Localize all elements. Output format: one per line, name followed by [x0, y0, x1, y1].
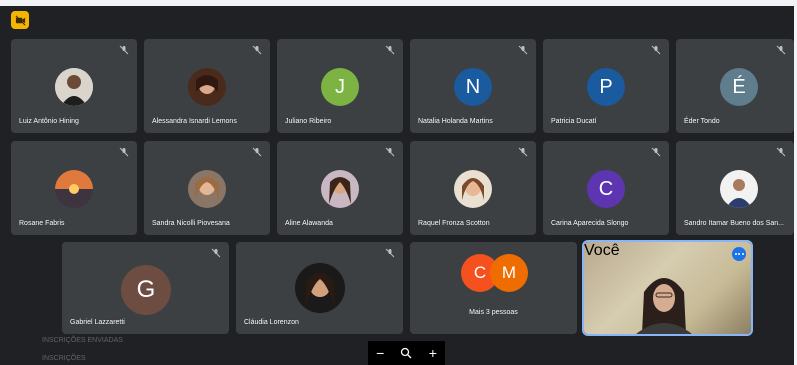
participant-tile[interactable]: J Juliano Ribeiro: [277, 39, 403, 133]
avatar: [188, 170, 226, 208]
participant-name: Cláudia Lorenzon: [244, 319, 299, 326]
participant-tile[interactable]: Alessandra Isnardi Lemons: [144, 39, 270, 133]
self-video: [636, 278, 692, 334]
avatar: [720, 170, 758, 208]
camera-off-icon: [15, 15, 25, 25]
avatar: [321, 170, 359, 208]
more-options-button[interactable]: [732, 247, 746, 261]
participant-name: Carina Aparecida Slongo: [551, 220, 629, 227]
participant-name: Sandro Itamar Bueno dos San...: [684, 220, 785, 227]
participant-name: Alessandra Isnardi Lemons: [152, 118, 237, 125]
more-participants-label: Mais 3 pessoas: [469, 309, 518, 316]
avatar: G: [121, 265, 171, 315]
more-participants-tile[interactable]: Mais 3 pessoas: [410, 242, 577, 334]
mic-off-icon: [385, 147, 395, 157]
mic-off-icon: [119, 147, 129, 157]
self-video-tile[interactable]: Você: [582, 240, 753, 336]
participant-tile[interactable]: G Gabriel Lazzaretti: [62, 242, 229, 334]
mic-off-icon: [651, 45, 661, 55]
avatar: J: [321, 68, 359, 106]
mic-off-icon: [211, 248, 221, 258]
mic-off-icon: [651, 147, 661, 157]
avatar: É: [720, 68, 758, 106]
participant-name: Sandra Nicolli Piovesana: [152, 220, 230, 227]
zoom-in-button[interactable]: +: [429, 345, 437, 361]
camera-off-badge[interactable]: [11, 11, 29, 29]
participant-tile[interactable]: N Natalia Holanda Martins: [410, 39, 536, 133]
participant-name: Aline Alawanda: [285, 220, 333, 227]
participant-name: Raquel Fronza Scotton: [418, 220, 490, 227]
avatar: [454, 170, 492, 208]
mic-off-icon: [518, 45, 528, 55]
participant-tile[interactable]: Luiz Antônio Hining: [11, 39, 137, 133]
top-strip: [0, 0, 797, 6]
avatar: P: [587, 68, 625, 106]
participant-tile[interactable]: Aline Alawanda: [277, 141, 403, 235]
avatar: N: [454, 68, 492, 106]
mic-off-icon: [119, 45, 129, 55]
avatar: [55, 170, 93, 208]
mic-off-icon: [252, 147, 262, 157]
participant-tile[interactable]: Sandra Nicolli Piovesana: [144, 141, 270, 235]
search-icon[interactable]: [400, 347, 412, 359]
participant-tile[interactable]: Sandro Itamar Bueno dos San...: [676, 141, 794, 235]
participant-tile[interactable]: Cláudia Lorenzon: [236, 242, 403, 334]
participant-name: Rosane Fabris: [19, 220, 65, 227]
avatar: C: [587, 170, 625, 208]
participant-name: Natalia Holanda Martins: [418, 118, 493, 125]
participant-name: Gabriel Lazzaretti: [70, 319, 125, 326]
background-text: INSCRIÇÕES: [42, 355, 86, 362]
participant-tile[interactable]: É Éder Tondo: [676, 39, 794, 133]
participant-tile[interactable]: P Patricia Ducatí: [543, 39, 669, 133]
participant-name: Juliano Ribeiro: [285, 118, 332, 125]
background-text: INSCRIÇÕES ENVIADAS: [42, 337, 123, 344]
zoom-out-button[interactable]: −: [376, 345, 384, 361]
mic-off-icon: [385, 45, 395, 55]
avatar: [55, 68, 93, 106]
mic-off-icon: [385, 248, 395, 258]
mic-off-icon: [252, 45, 262, 55]
mic-off-icon: [776, 45, 786, 55]
participant-tile[interactable]: C Carina Aparecida Slongo: [543, 141, 669, 235]
participant-tile[interactable]: Raquel Fronza Scotton: [410, 141, 536, 235]
zoom-controls: − +: [368, 341, 445, 365]
participant-name: Luiz Antônio Hining: [19, 118, 79, 125]
mic-off-icon: [776, 147, 786, 157]
avatar: [295, 263, 345, 313]
mic-off-icon: [518, 147, 528, 157]
participant-name: Patricia Ducatí: [551, 118, 597, 125]
participant-name: Éder Tondo: [684, 118, 720, 125]
participant-tile[interactable]: Rosane Fabris: [11, 141, 137, 235]
more-avatar-m: M: [490, 254, 528, 292]
avatar: [188, 68, 226, 106]
